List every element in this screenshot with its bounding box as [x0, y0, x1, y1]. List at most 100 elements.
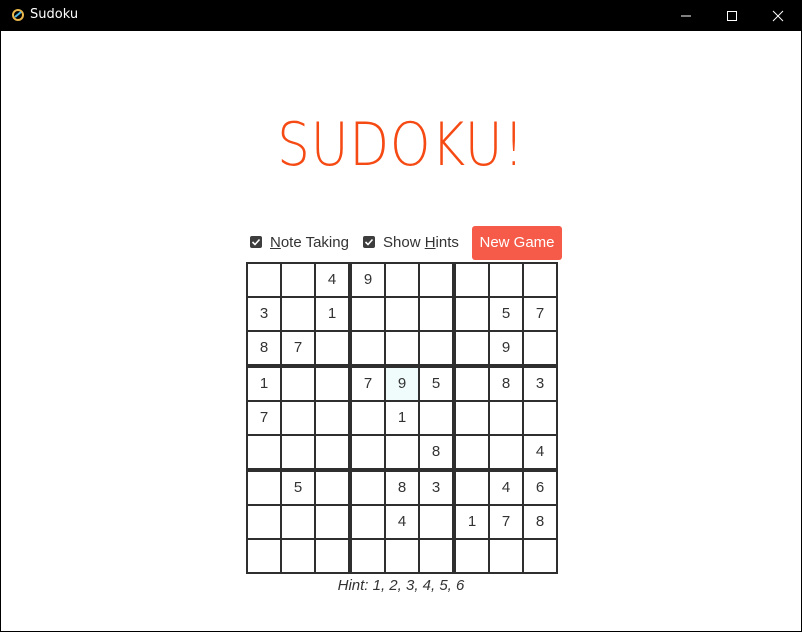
controls-bar: Note Taking Show Hints New Game	[248, 226, 568, 260]
sudoku-cell-r1-c6[interactable]	[420, 264, 452, 296]
sudoku-cell-r3-c3[interactable]	[316, 332, 348, 364]
sudoku-cell-r9-c3[interactable]	[316, 540, 348, 572]
note-taking-checkbox[interactable]	[250, 236, 262, 248]
sudoku-cell-r6-c9[interactable]: 4	[524, 436, 556, 468]
sudoku-cell-r8-c3[interactable]	[316, 506, 348, 538]
sudoku-cell-r1-c1[interactable]	[248, 264, 280, 296]
sudoku-cell-r1-c4[interactable]: 9	[352, 264, 384, 296]
sudoku-cell-r7-c2[interactable]: 5	[282, 472, 314, 504]
sudoku-cell-r3-c8[interactable]: 9	[490, 332, 522, 364]
sudoku-cell-r2-c6[interactable]	[420, 298, 452, 330]
sudoku-cell-r8-c8[interactable]: 7	[490, 506, 522, 538]
close-button[interactable]	[755, 0, 801, 31]
sudoku-cell-r7-c5[interactable]: 8	[386, 472, 418, 504]
sudoku-cell-r7-c3[interactable]	[316, 472, 348, 504]
sudoku-cell-r2-c5[interactable]	[386, 298, 418, 330]
sudoku-cell-r5-c4[interactable]	[352, 402, 384, 434]
sudoku-cell-r1-c8[interactable]	[490, 264, 522, 296]
sudoku-cell-r2-c1[interactable]: 3	[248, 298, 280, 330]
window-title: Sudoku	[30, 7, 79, 22]
sudoku-cell-r3-c7[interactable]	[456, 332, 488, 364]
sudoku-cell-r2-c2[interactable]	[282, 298, 314, 330]
sudoku-cell-r7-c6[interactable]: 3	[420, 472, 452, 504]
sudoku-cell-r3-c5[interactable]	[386, 332, 418, 364]
sudoku-cell-r9-c6[interactable]	[420, 540, 452, 572]
sudoku-cell-r4-c9[interactable]: 3	[524, 368, 556, 400]
close-icon	[772, 10, 784, 22]
sudoku-cell-r6-c1[interactable]	[248, 436, 280, 468]
sudoku-cell-r7-c4[interactable]	[352, 472, 384, 504]
sudoku-cell-r9-c4[interactable]	[352, 540, 384, 572]
sudoku-cell-r3-c1[interactable]: 8	[248, 332, 280, 364]
sudoku-cell-r9-c2[interactable]	[282, 540, 314, 572]
show-hints-label[interactable]: Show Hints	[383, 234, 459, 252]
sudoku-cell-r4-c7[interactable]	[456, 368, 488, 400]
sudoku-cell-r2-c3[interactable]: 1	[316, 298, 348, 330]
maximize-icon	[727, 11, 737, 21]
checkmark-icon	[251, 238, 261, 246]
sudoku-cell-r8-c7[interactable]: 1	[456, 506, 488, 538]
sudoku-cell-r1-c9[interactable]	[524, 264, 556, 296]
app-window: Sudoku SUDOKU! Note Taking Show Hints Ne…	[1, 0, 801, 631]
sudoku-cell-r7-c1[interactable]	[248, 472, 280, 504]
sudoku-cell-r2-c7[interactable]	[456, 298, 488, 330]
sudoku-cell-r9-c7[interactable]	[456, 540, 488, 572]
sudoku-cell-r6-c8[interactable]	[490, 436, 522, 468]
sudoku-cell-r4-c3[interactable]	[316, 368, 348, 400]
sudoku-cell-r2-c4[interactable]	[352, 298, 384, 330]
sudoku-cell-r8-c1[interactable]	[248, 506, 280, 538]
sudoku-cell-r4-c4[interactable]: 7	[352, 368, 384, 400]
sudoku-cell-r1-c5[interactable]	[386, 264, 418, 296]
sudoku-cell-r9-c1[interactable]	[248, 540, 280, 572]
sudoku-cell-r5-c9[interactable]	[524, 402, 556, 434]
sudoku-cell-r4-c1[interactable]: 1	[248, 368, 280, 400]
sudoku-cell-r5-c6[interactable]	[420, 402, 452, 434]
sudoku-cell-r5-c7[interactable]	[456, 402, 488, 434]
sudoku-cell-r8-c5[interactable]: 4	[386, 506, 418, 538]
sudoku-cell-r5-c5[interactable]: 1	[386, 402, 418, 434]
page-title: SUDOKU!	[277, 110, 525, 180]
sudoku-cell-r7-c9[interactable]: 6	[524, 472, 556, 504]
sudoku-cell-r6-c6[interactable]: 8	[420, 436, 452, 468]
sudoku-cell-r1-c2[interactable]	[282, 264, 314, 296]
sudoku-cell-r9-c5[interactable]	[386, 540, 418, 572]
note-taking-label[interactable]: Note Taking	[270, 234, 349, 252]
sudoku-cell-r6-c4[interactable]	[352, 436, 384, 468]
sudoku-cell-r6-c5[interactable]	[386, 436, 418, 468]
sudoku-cell-r2-c8[interactable]: 5	[490, 298, 522, 330]
sudoku-cell-r8-c6[interactable]	[420, 506, 452, 538]
sudoku-cell-r9-c8[interactable]	[490, 540, 522, 572]
new-game-button[interactable]: New Game	[472, 226, 562, 260]
sudoku-cell-r6-c2[interactable]	[282, 436, 314, 468]
maximize-button[interactable]	[709, 0, 755, 31]
minimize-button[interactable]	[663, 0, 709, 31]
sudoku-cell-r7-c8[interactable]: 4	[490, 472, 522, 504]
sudoku-board: 4931578791795837184583464178	[246, 262, 558, 574]
sudoku-cell-r6-c3[interactable]	[316, 436, 348, 468]
sudoku-cell-r5-c1[interactable]: 7	[248, 402, 280, 434]
sudoku-cell-r8-c2[interactable]	[282, 506, 314, 538]
sudoku-cell-r3-c2[interactable]: 7	[282, 332, 314, 364]
sudoku-cell-r1-c3[interactable]: 4	[316, 264, 348, 296]
sudoku-cell-r1-c7[interactable]	[456, 264, 488, 296]
sudoku-cell-r3-c9[interactable]	[524, 332, 556, 364]
show-hints-checkbox[interactable]	[363, 236, 375, 248]
sudoku-cell-r7-c7[interactable]	[456, 472, 488, 504]
sudoku-cell-r5-c2[interactable]	[282, 402, 314, 434]
checkmark-icon	[364, 238, 374, 246]
sudoku-cell-r3-c4[interactable]	[352, 332, 384, 364]
title-bar[interactable]: Sudoku	[1, 0, 801, 31]
sudoku-cell-r4-c6[interactable]: 5	[420, 368, 452, 400]
sudoku-cell-r4-c5[interactable]: 9	[386, 368, 418, 400]
sudoku-cell-r5-c8[interactable]	[490, 402, 522, 434]
app-logo-icon	[11, 8, 25, 22]
sudoku-cell-r4-c8[interactable]: 8	[490, 368, 522, 400]
sudoku-cell-r8-c4[interactable]	[352, 506, 384, 538]
sudoku-cell-r2-c9[interactable]: 7	[524, 298, 556, 330]
sudoku-cell-r5-c3[interactable]	[316, 402, 348, 434]
sudoku-cell-r9-c9[interactable]	[524, 540, 556, 572]
sudoku-cell-r6-c7[interactable]	[456, 436, 488, 468]
sudoku-cell-r4-c2[interactable]	[282, 368, 314, 400]
sudoku-cell-r8-c9[interactable]: 8	[524, 506, 556, 538]
sudoku-cell-r3-c6[interactable]	[420, 332, 452, 364]
